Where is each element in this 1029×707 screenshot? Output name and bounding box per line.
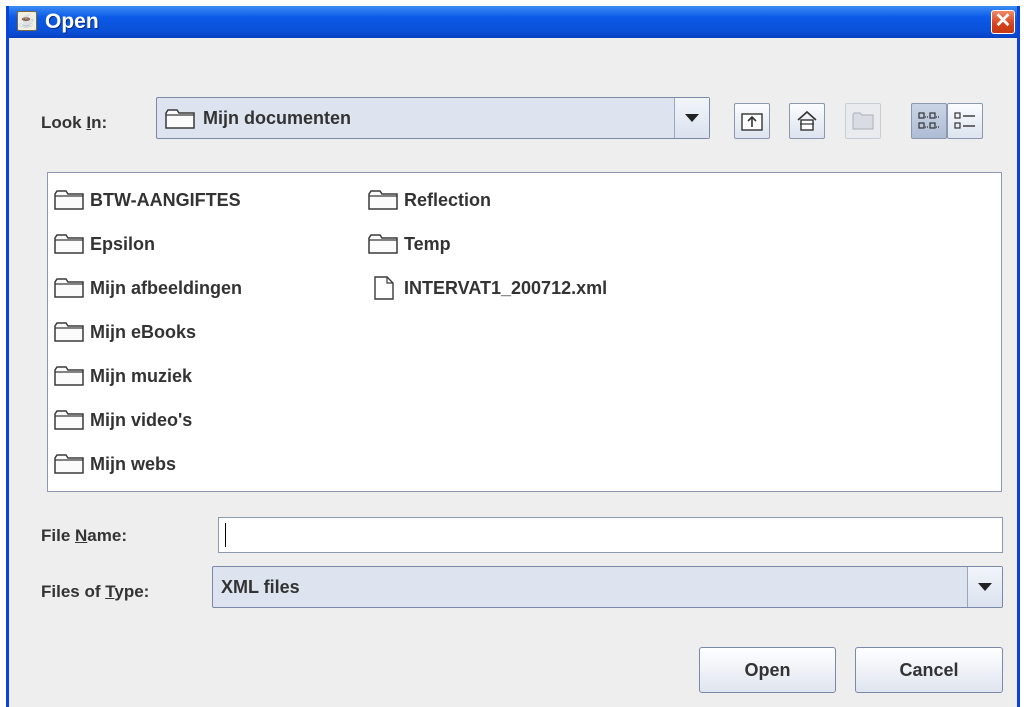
folder-icon [54,234,84,254]
item-label: Epsilon [90,233,156,254]
item-label: BTW-AANGIFTES [90,189,241,210]
file-type-combo[interactable]: XML files [212,566,1003,608]
up-one-level-button[interactable] [734,103,770,139]
folder-icon [54,190,84,210]
file-type-label: Files of Type: [41,582,150,601]
open-dialog: ☕ Open ✕ Look In: Mijn documenten BTW-AA… [6,6,1020,707]
list-item[interactable]: Mijn afbeeldingen [54,275,242,301]
list-item[interactable]: Mijn eBooks [54,319,196,345]
list-item[interactable]: Mijn webs [54,451,176,477]
up-folder-icon [741,113,763,131]
file-type-value: XML files [221,577,300,597]
look-in-label: Look In: [41,113,108,132]
item-label: Mijn muziek [90,365,193,386]
new-folder-button[interactable] [845,103,881,139]
file-list[interactable]: BTW-AANGIFTES Epsilon Mijn afbeeldingen … [47,172,1002,492]
file-name-field[interactable] [218,517,1003,553]
list-item[interactable]: INTERVAT1_200712.xml [368,275,607,301]
file-icon [374,276,394,300]
folder-icon [368,234,398,254]
home-icon [797,110,817,131]
close-icon: ✕ [994,10,1012,32]
java-icon: ☕ [17,11,37,31]
list-item[interactable]: Temp [368,231,451,257]
close-button[interactable]: ✕ [991,10,1015,34]
chevron-down-icon [685,114,699,122]
new-folder-icon [852,112,874,130]
list-item[interactable]: Epsilon [54,231,155,257]
item-label: Mijn webs [90,453,177,474]
look-in-value: Mijn documenten [203,108,351,128]
list-view-button[interactable] [911,103,947,139]
folder-icon [54,278,84,298]
text-cursor [225,523,226,547]
item-label: Mijn afbeeldingen [90,277,243,298]
item-label: Temp [404,233,451,254]
item-label: Mijn video's [90,409,193,430]
details-view-icon [954,112,975,129]
folder-icon [54,410,84,430]
list-item[interactable]: Mijn muziek [54,363,192,389]
item-label: Reflection [404,189,492,210]
cancel-button[interactable]: Cancel [855,647,1003,693]
folder-icon [54,322,84,342]
folder-icon [368,190,398,210]
list-view-icon [918,112,939,129]
list-item[interactable]: BTW-AANGIFTES [54,187,241,213]
folder-icon [165,109,195,129]
look-in-combo[interactable]: Mijn documenten [156,97,710,139]
window-title: Open [45,10,99,33]
folder-icon [54,454,84,474]
title-bar[interactable]: ☕ Open ✕ [9,6,1017,38]
file-name-label: File Name: [41,526,127,545]
look-in-dropdown-button[interactable] [674,98,709,138]
chevron-down-icon [978,583,992,591]
open-button[interactable]: Open [699,647,836,693]
folder-icon [54,366,84,386]
item-label: Mijn eBooks [90,321,197,342]
list-item[interactable]: Mijn video's [54,407,192,433]
list-item[interactable]: Reflection [368,187,491,213]
file-type-dropdown-button[interactable] [967,567,1002,607]
item-label: INTERVAT1_200712.xml [404,277,608,298]
home-button[interactable] [789,103,825,139]
details-view-button[interactable] [947,103,983,139]
